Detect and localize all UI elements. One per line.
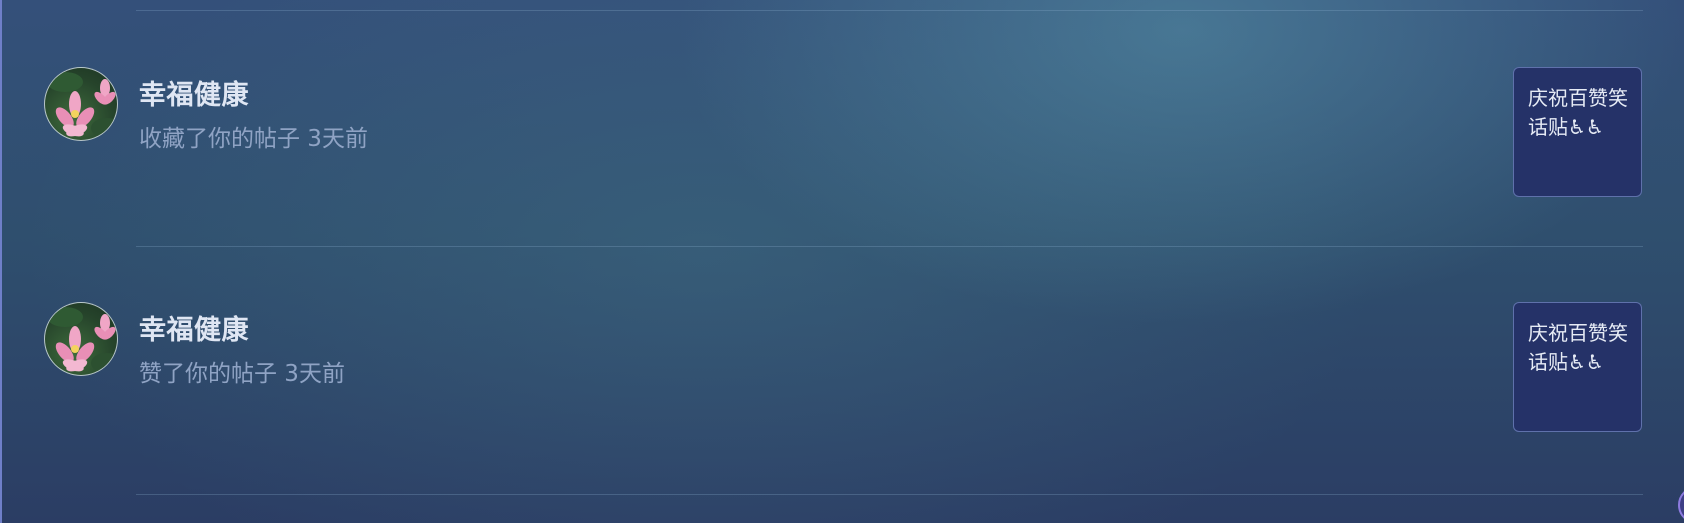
divider-top: [136, 10, 1643, 11]
divider-middle: [136, 246, 1643, 247]
post-preview-card[interactable]: 庆祝百赞笑话贴♿♿: [1513, 67, 1642, 197]
lotus-icon: [47, 72, 117, 138]
notifications-panel: 幸福健康 收藏了你的帖子 3天前 庆祝百赞笑话贴♿♿ 幸福健康 赞了你的帖子 3…: [0, 0, 1684, 523]
user-avatar[interactable]: [44, 67, 118, 141]
divider-bottom: [136, 494, 1643, 495]
username[interactable]: 幸福健康: [139, 308, 249, 347]
lotus-icon: [47, 307, 117, 373]
notification-item[interactable]: 幸福健康 收藏了你的帖子 3天前 庆祝百赞笑话贴♿♿: [2, 67, 1684, 309]
post-preview-card[interactable]: 庆祝百赞笑话贴♿♿: [1513, 302, 1642, 432]
username[interactable]: 幸福健康: [139, 73, 249, 112]
user-avatar[interactable]: [44, 302, 118, 376]
notification-action-text: 收藏了你的帖子 3天前: [139, 126, 368, 152]
notification-action-text: 赞了你的帖子 3天前: [139, 361, 345, 387]
notification-item[interactable]: 幸福健康 赞了你的帖子 3天前 庆祝百赞笑话贴♿♿: [2, 302, 1684, 523]
